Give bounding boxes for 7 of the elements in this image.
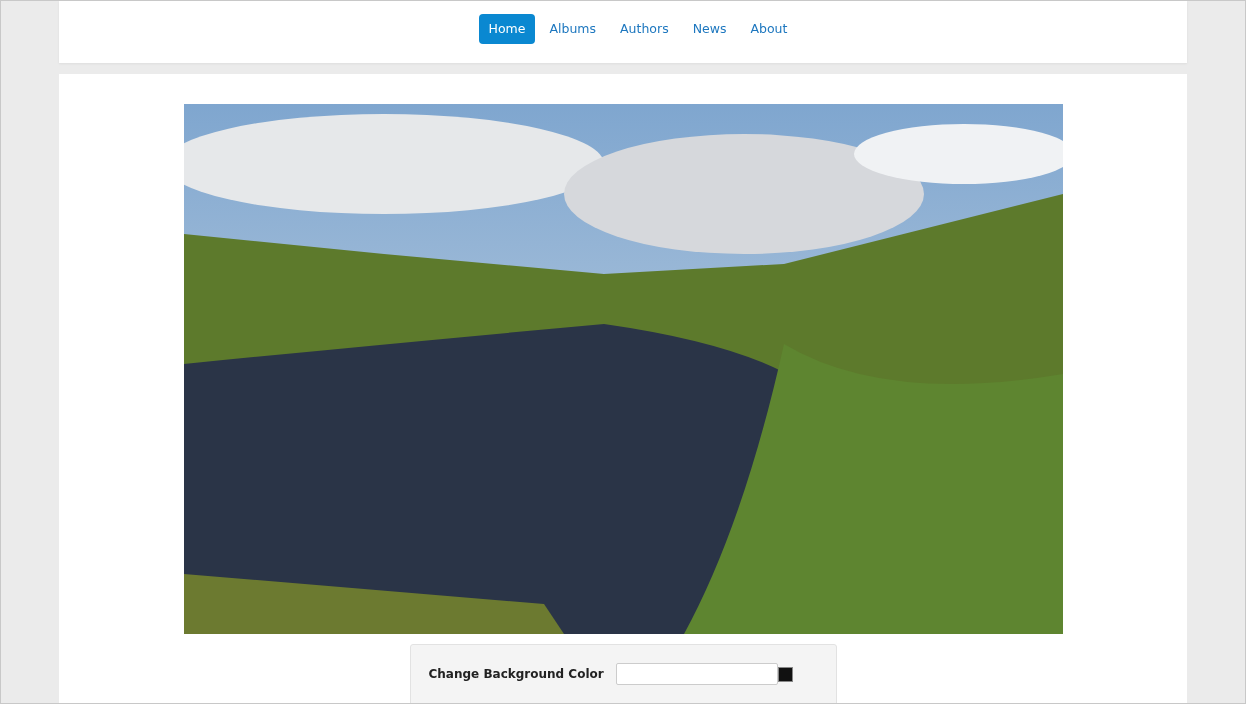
nav-link[interactable]: News bbox=[682, 14, 737, 44]
color-input-field[interactable] bbox=[615, 663, 778, 685]
background-color-label: Change Background Color bbox=[428, 666, 604, 683]
nav-link[interactable]: About bbox=[740, 14, 798, 44]
nav-link[interactable]: Albums bbox=[539, 14, 607, 44]
nav-link[interactable]: Authors bbox=[610, 14, 679, 44]
nav-link[interactable]: Home bbox=[478, 14, 536, 44]
